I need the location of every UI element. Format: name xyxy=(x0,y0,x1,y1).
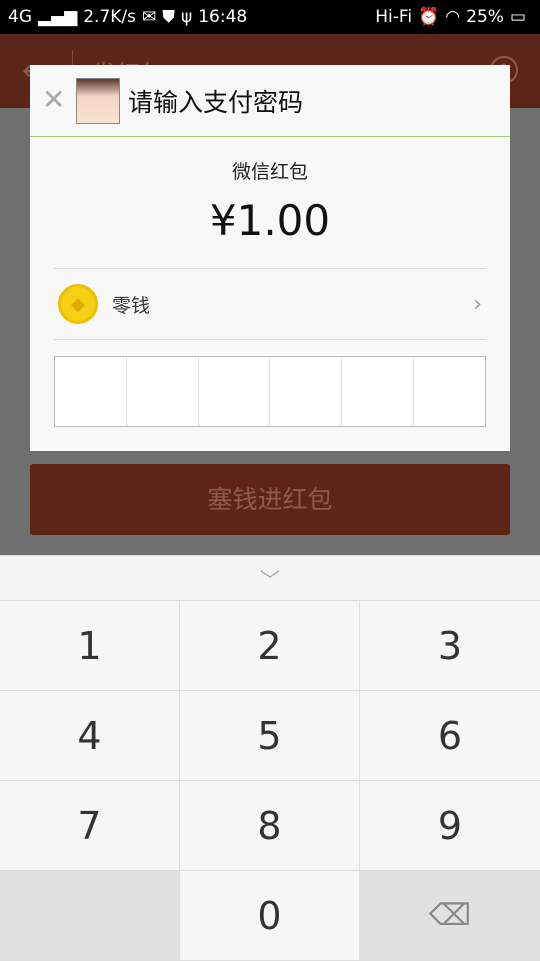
password-digit-box xyxy=(414,357,485,426)
backspace-icon: ⌫ xyxy=(428,898,472,933)
key-6[interactable]: 6 xyxy=(360,691,540,781)
dialog-title: 请输入支付密码 xyxy=(128,88,304,117)
network-type: 4G xyxy=(8,7,32,27)
key-7[interactable]: 7 xyxy=(0,781,180,871)
password-digit-box xyxy=(55,357,127,426)
key-1[interactable]: 1 xyxy=(0,601,180,691)
payment-method-label: 零钱 xyxy=(112,294,151,317)
hide-keyboard-button[interactable]: ﹀ xyxy=(0,556,540,601)
alarm-icon: ⏰ xyxy=(418,7,440,27)
password-digit-box xyxy=(127,357,199,426)
shield-icon: ⛊ xyxy=(162,7,176,27)
mail-icon: ✉ xyxy=(142,7,157,27)
dialog-header: ✕ 请输入支付密码 xyxy=(30,65,510,137)
key-4[interactable]: 4 xyxy=(0,691,180,781)
password-digit-box xyxy=(199,357,271,426)
payment-subtitle: 微信红包 xyxy=(231,161,308,183)
key-3[interactable]: 3 xyxy=(360,601,540,691)
battery-icon: ▭ xyxy=(509,7,526,27)
password-digit-box xyxy=(270,357,343,426)
key-empty xyxy=(0,871,180,961)
key-8[interactable]: 8 xyxy=(180,781,360,871)
password-digit-box xyxy=(342,357,415,426)
clock-time: 16:48 xyxy=(198,7,248,27)
status-bar: 4G ▂▄▆ 2.7K/s ✉ ⛊ ψ 16:48 Hi-Fi ⏰ ◠ 25% … xyxy=(0,0,540,34)
battery-percent: 25% xyxy=(466,7,504,27)
key-9[interactable]: 9 xyxy=(360,781,540,871)
chevron-right-icon: › xyxy=(473,291,482,317)
payment-method-row[interactable]: ◆ 零钱 › xyxy=(54,268,486,340)
password-dialog: ✕ 请输入支付密码 微信红包 ¥1.00 ◆ 零钱 › xyxy=(30,65,510,451)
wallet-coin-icon: ◆ xyxy=(58,284,98,324)
payment-amount: ¥1.00 xyxy=(209,196,331,245)
hifi-label: Hi-Fi xyxy=(375,7,413,27)
wifi-icon: ◠ xyxy=(445,7,461,27)
key-5[interactable]: 5 xyxy=(180,691,360,781)
key-2[interactable]: 2 xyxy=(180,601,360,691)
key-0[interactable]: 0 xyxy=(180,871,360,961)
avatar xyxy=(76,78,120,124)
usb-icon: ψ xyxy=(181,7,193,27)
signal-icon: ▂▄▆ xyxy=(38,7,78,27)
close-icon[interactable]: ✕ xyxy=(42,85,65,115)
password-input[interactable] xyxy=(54,356,486,427)
network-speed: 2.7K/s xyxy=(83,7,137,27)
chevron-down-icon: ﹀ xyxy=(260,567,280,592)
numeric-keypad: ﹀ 1 2 3 4 5 6 7 8 9 0 ⌫ xyxy=(0,555,540,961)
send-red-packet-button[interactable]: 塞钱进红包 xyxy=(30,464,510,535)
backspace-key[interactable]: ⌫ xyxy=(360,871,540,961)
